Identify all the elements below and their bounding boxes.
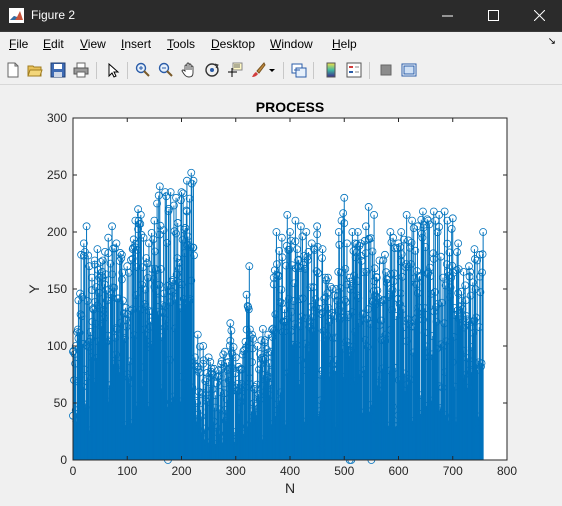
menu-window[interactable]: Window [270,37,313,51]
x-tick-label: 600 [388,464,408,478]
y-tick-label: 100 [47,339,67,353]
maximize-icon [487,10,499,21]
open-file-icon[interactable] [25,60,45,80]
toolbar-separator [127,62,128,79]
toolbar-separator [369,62,370,79]
figure-toolbar [0,56,562,85]
menu-help[interactable]: Help [332,37,357,51]
toolbar-separator [96,62,97,79]
x-axis-label: N [285,480,295,496]
close-icon [533,10,545,21]
brush-icon[interactable] [248,60,268,80]
stem-chart: 0 100 200 300 400 500 600 700 800 0 50 100 150 200 250… [26,99,517,496]
menu-desktop[interactable]: Desktop [211,37,255,51]
title-bar: Figure 2 [0,0,562,31]
x-tick-label: 700 [443,464,463,478]
menu-bar: File Edit View Insert Tools Desktop Wind… [0,31,562,56]
data-cursor-icon[interactable] [225,60,245,80]
x-tick-label: 400 [280,464,300,478]
y-tick-label: 300 [47,111,67,125]
maximize-button[interactable] [470,0,516,31]
x-tick-label: 500 [334,464,354,478]
pan-icon[interactable] [179,60,199,80]
show-plot-tools-icon[interactable] [399,60,419,80]
print-icon[interactable] [71,60,91,80]
menu-tools[interactable]: Tools [167,37,195,51]
y-tick-label: 250 [47,168,67,182]
figure-canvas: 0 100 200 300 400 500 600 700 800 0 50 100 150 200 250… [1,85,561,505]
minimize-icon [441,15,453,17]
menu-edit[interactable]: Edit [43,37,64,51]
save-icon[interactable] [48,60,68,80]
x-tick-label: 0 [70,464,77,478]
close-button[interactable] [516,0,562,31]
x-tick-label: 200 [171,464,191,478]
colorbar-icon[interactable] [321,60,341,80]
y-tick-label: 50 [54,396,68,410]
matlab-logo-icon [9,8,24,23]
minimize-button[interactable] [424,0,470,31]
toolbar-separator [313,62,314,79]
window-title: Figure 2 [31,8,76,22]
legend-icon[interactable] [344,60,364,80]
zoom-in-icon[interactable] [133,60,153,80]
menu-file[interactable]: File [9,37,28,51]
y-tick-label: 0 [60,453,67,467]
y-axis-label: Y [26,284,42,294]
x-tick-label: 800 [497,464,517,478]
toolbar-separator [283,62,284,79]
y-tick-label: 150 [47,282,67,296]
x-tick-label: 300 [226,464,246,478]
rotate-3d-icon[interactable] [202,60,222,80]
menu-view[interactable]: View [80,37,106,51]
x-tick-label: 100 [117,464,137,478]
edit-plot-icon[interactable] [103,60,123,80]
dock-arrow-icon[interactable]: ↘ [548,36,556,47]
brush-dropdown-icon[interactable] [266,60,278,80]
chart-title: PROCESS [256,99,324,115]
y-tick-label: 200 [47,225,67,239]
new-figure-icon[interactable] [3,60,23,80]
zoom-out-icon[interactable] [156,60,176,80]
hide-plot-tools-icon[interactable] [376,60,396,80]
link-plot-icon[interactable] [289,60,309,80]
menu-insert[interactable]: Insert [121,37,151,51]
